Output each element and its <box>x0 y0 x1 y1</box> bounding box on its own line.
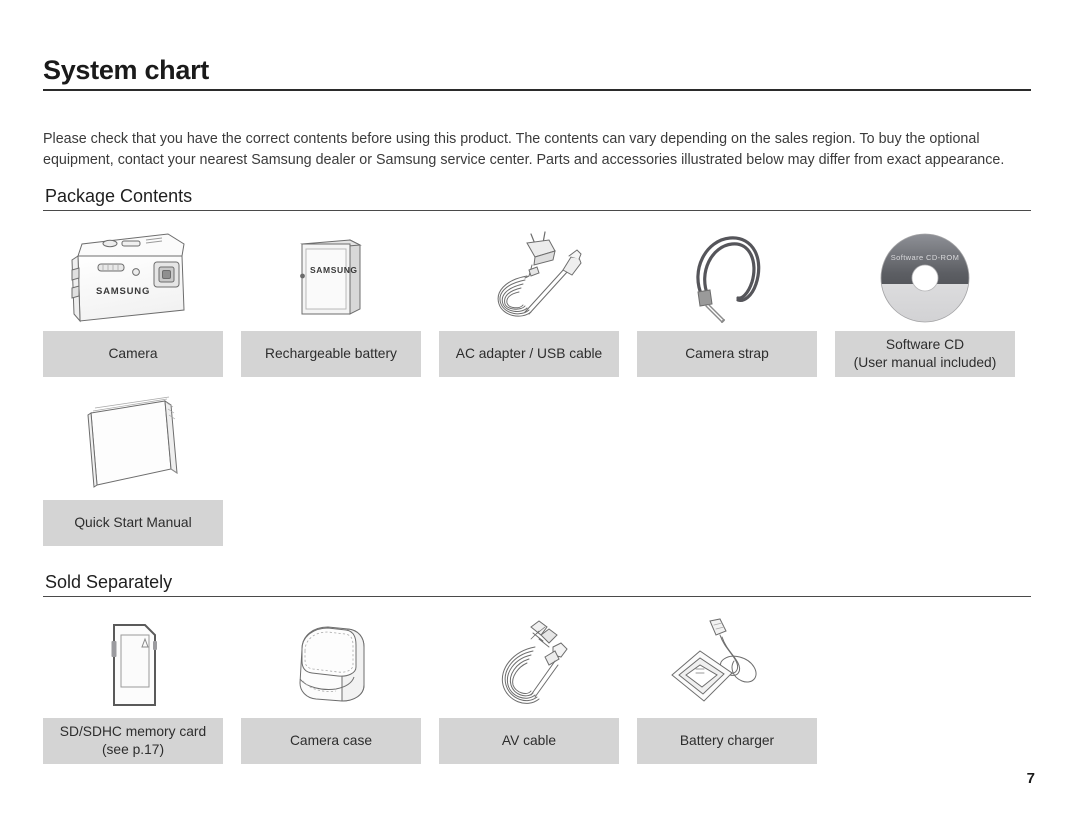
item-caption: AV cable <box>439 718 619 764</box>
av-cable-icon <box>439 612 619 718</box>
camera-case-icon <box>241 612 421 718</box>
intro-paragraph: Please check that you have the correct c… <box>43 131 1005 169</box>
cd-label-text: Software CD-ROM <box>891 253 960 262</box>
item-sd-memory-card: SD/SDHC memory card (see p.17) <box>43 612 223 764</box>
software-cd-icon: Software CD-ROM <box>835 225 1015 331</box>
item-rechargeable-battery: SAMSUNG Rechargeable battery <box>241 225 421 377</box>
section-title: Package Contents <box>45 186 193 206</box>
section-divider <box>43 210 1031 211</box>
camera-icon: SAMSUNG <box>43 225 223 331</box>
item-caption: Quick Start Manual <box>43 500 223 546</box>
item-camera-case: Camera case <box>241 612 421 764</box>
item-caption: Camera <box>43 331 223 377</box>
item-software-cd: Software CD-ROM Software CD (User manual… <box>835 225 1015 377</box>
item-caption: AC adapter / USB cable <box>439 331 619 377</box>
item-battery-charger: Battery charger <box>637 612 817 764</box>
sold-separately-row: SD/SDHC memory card (see p.17) Camera ca… <box>43 612 817 764</box>
title-divider <box>43 89 1031 91</box>
battery-charger-icon <box>637 612 817 718</box>
sd-card-icon <box>43 612 223 718</box>
item-caption: Camera strap <box>637 331 817 377</box>
quick-start-manual-icon <box>43 394 223 500</box>
item-caption: Camera case <box>241 718 421 764</box>
item-av-cable: AV cable <box>439 612 619 764</box>
item-caption: Rechargeable battery <box>241 331 421 377</box>
item-camera: SAMSUNG Camera <box>43 225 223 377</box>
camera-brand-text: SAMSUNG <box>96 286 150 297</box>
section-sold-separately-header: Sold Separately <box>43 572 1031 597</box>
caption-line-2: (see p.17) <box>101 742 165 757</box>
battery-icon: SAMSUNG <box>241 225 421 331</box>
package-contents-row-2: Quick Start Manual <box>43 394 241 546</box>
item-caption: SD/SDHC memory card (see p.17) <box>43 718 223 764</box>
item-ac-adapter-usb-cable: AC adapter / USB cable <box>439 225 619 377</box>
item-caption: Battery charger <box>637 718 817 764</box>
title-block: System chart <box>43 55 1031 91</box>
ac-adapter-usb-cable-icon <box>439 225 619 331</box>
caption-line-1: Software CD <box>885 337 965 352</box>
section-divider <box>43 596 1031 597</box>
camera-strap-icon <box>637 225 817 331</box>
page-title: System chart <box>43 55 209 85</box>
battery-brand-text: SAMSUNG <box>310 265 358 275</box>
package-contents-row-1: SAMSUNG Camera SAMSUNG Rechargeable batt… <box>43 225 1015 377</box>
caption-line-2: (User manual included) <box>853 355 997 370</box>
section-package-contents-header: Package Contents <box>43 186 1031 211</box>
item-caption: Software CD (User manual included) <box>835 331 1015 377</box>
document-page: System chart Please check that you have … <box>0 0 1080 815</box>
caption-line-1: SD/SDHC memory card <box>59 724 207 739</box>
item-quick-start-manual: Quick Start Manual <box>43 394 223 546</box>
section-title: Sold Separately <box>45 572 173 592</box>
item-camera-strap: Camera strap <box>637 225 817 377</box>
page-number: 7 <box>1026 770 1035 787</box>
